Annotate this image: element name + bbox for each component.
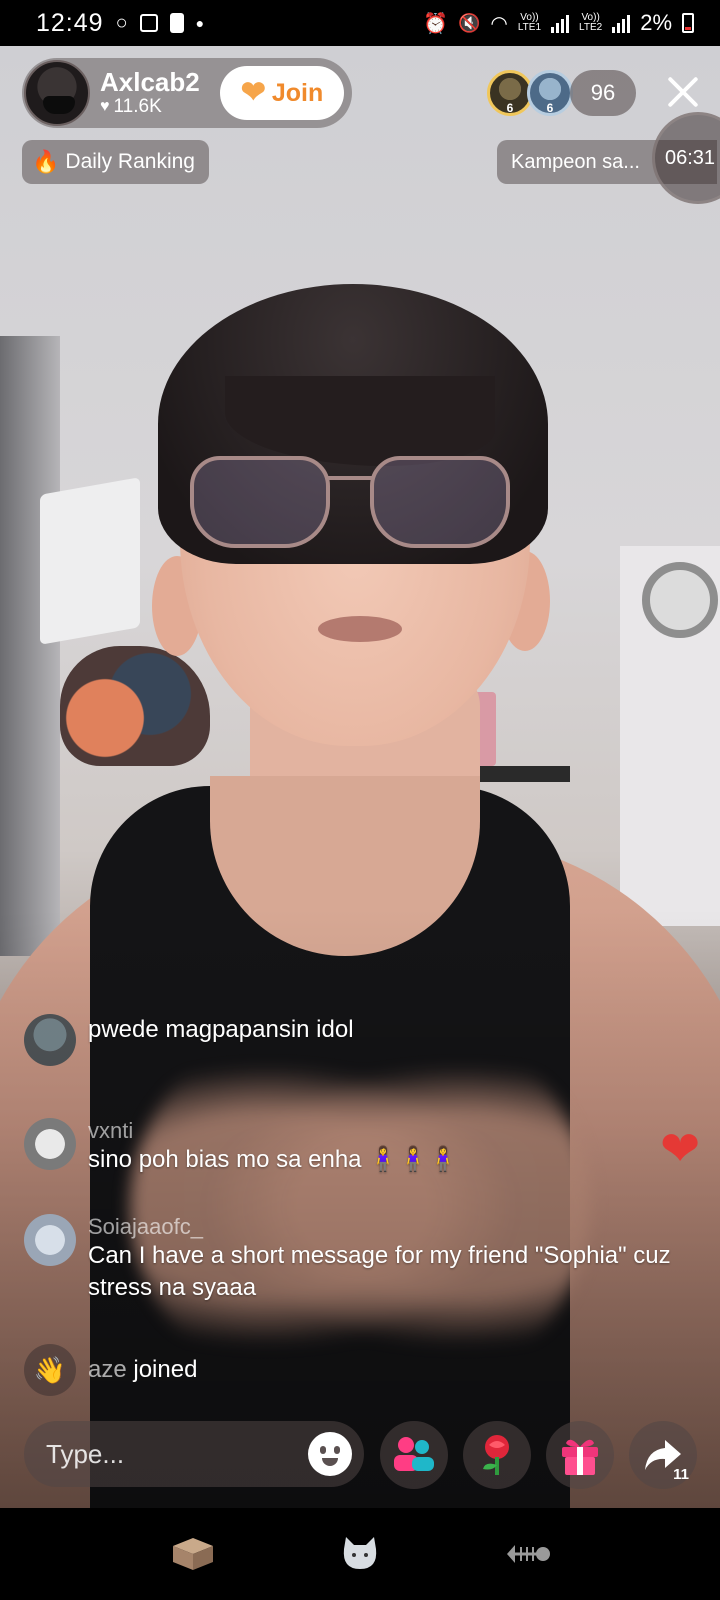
status-bar: 12:49 ○ ● ⏰ 🔇 ◠ Vo)) LTE1 Vo)) LTE2 2%: [0, 0, 720, 46]
commenter-avatar[interactable]: [24, 1014, 76, 1066]
gift-button[interactable]: [546, 1421, 614, 1489]
viewer-rank-badge: 6: [546, 101, 554, 115]
alarm-icon: ⏰: [423, 12, 448, 35]
joined-username: aze: [88, 1356, 127, 1383]
background-air-conditioner: [40, 477, 140, 645]
people-icon: [394, 1437, 434, 1471]
join-label: Join: [271, 78, 324, 107]
glasses-lens: [370, 456, 510, 548]
comment-item[interactable]: vxnti sino poh bias mo sa enha 🧍‍♀️🧍‍♀️🧍…: [24, 1118, 458, 1176]
background-wall: [0, 336, 60, 956]
share-button[interactable]: 11: [629, 1421, 697, 1489]
dot-notification-icon: ●: [195, 15, 205, 31]
fish-bone-icon[interactable]: [501, 1528, 553, 1580]
background-lamp: [642, 562, 718, 638]
emoji-icon[interactable]: [308, 1432, 352, 1476]
heart-plus-icon: ❤: [240, 76, 266, 109]
comment-text: pwede magpapansin idol: [88, 1016, 354, 1043]
comment-body: pwede magpapansin idol: [88, 1014, 354, 1066]
sim1-label: Vo)) LTE1: [517, 12, 542, 33]
comment-item[interactable]: pwede magpapansin idol: [24, 1014, 354, 1066]
heart-icon: ♥: [100, 98, 110, 115]
fire-icon: 🔥: [32, 149, 60, 174]
host-avatar[interactable]: [24, 60, 90, 126]
rose-gift-button[interactable]: [463, 1421, 531, 1489]
sim2-label: Vo)) LTE2: [579, 12, 603, 33]
bottom-nav-bar: [0, 1508, 720, 1600]
viewer-count[interactable]: 96: [570, 70, 636, 116]
daily-ranking-label: Daily Ranking: [65, 150, 195, 173]
sim1-signal-icon: [551, 13, 570, 33]
viewer-rank-badge: 6: [506, 101, 514, 115]
comment-body: Soiajaaofc_ Can I have a short message f…: [88, 1214, 698, 1304]
battery-percent: 2%: [640, 10, 672, 35]
floating-heart-icon: ❤: [660, 1123, 701, 1176]
join-notice-text: aze joined: [88, 1356, 197, 1384]
event-label: Kampeon sa...: [511, 150, 640, 173]
comment-input[interactable]: Type...: [24, 1421, 364, 1487]
joined-label: joined: [133, 1356, 198, 1383]
rose-icon: [483, 1435, 509, 1475]
host-profile-pill[interactable]: Axlcab2 ♥ 11.6K ❤ Join: [22, 58, 352, 128]
top-viewers[interactable]: 6 6: [487, 70, 573, 116]
event-timer-text: 06:31: [665, 146, 716, 169]
wifi-icon: ◠: [490, 12, 508, 35]
comment-input-placeholder: Type...: [46, 1438, 125, 1469]
daily-ranking-button[interactable]: 🔥 Daily Ranking: [22, 140, 209, 184]
host-likes-count: 11.6K: [113, 96, 162, 117]
streamer-glasses: [190, 456, 510, 556]
box-icon[interactable]: [167, 1528, 219, 1580]
commenter-name: vxnti: [88, 1118, 134, 1143]
commenter-avatar[interactable]: [24, 1118, 76, 1170]
commenter-name: Soiajaaofc_: [88, 1214, 203, 1239]
streamer-mouth: [318, 616, 402, 642]
sim2-signal-icon: [612, 13, 631, 33]
comment-text: Can I have a short message for my friend…: [88, 1242, 671, 1301]
glasses-lens: [190, 456, 330, 548]
join-notice: 👋 aze joined: [24, 1344, 197, 1396]
alert-notification-icon: [169, 13, 184, 33]
join-button[interactable]: ❤ Join: [220, 66, 344, 120]
host-likes: ♥ 11.6K: [100, 96, 200, 118]
comment-text: sino poh bias mo sa enha 🧍‍♀️🧍‍♀️🧍‍♀️: [88, 1146, 458, 1173]
circle-notification-icon: ○: [115, 11, 128, 34]
battery-icon: [682, 13, 694, 33]
commenter-avatar[interactable]: [24, 1214, 76, 1266]
status-right: ⏰ 🔇 ◠ Vo)) LTE1 Vo)) LTE2 2%: [423, 10, 694, 36]
status-left: 12:49 ○ ●: [36, 9, 204, 38]
host-name: Axlcab2: [100, 67, 200, 97]
host-info: Axlcab2 ♥ 11.6K: [100, 68, 200, 118]
cat-icon[interactable]: [334, 1528, 386, 1580]
bottom-shade: [0, 908, 720, 1508]
multi-guest-button[interactable]: [380, 1421, 448, 1489]
glasses-bridge: [328, 476, 372, 480]
comment-item[interactable]: Soiajaaofc_ Can I have a short message f…: [24, 1214, 698, 1304]
gift-icon: [562, 1439, 598, 1475]
close-icon[interactable]: [663, 72, 703, 112]
comment-body: vxnti sino poh bias mo sa enha 🧍‍♀️🧍‍♀️🧍…: [88, 1118, 458, 1176]
gallery-notification-icon: [139, 14, 158, 32]
background-hats: [60, 646, 210, 766]
viewer-avatar[interactable]: 6: [527, 70, 573, 116]
clock: 12:49: [36, 8, 104, 37]
share-count: 11: [673, 1466, 689, 1483]
wave-icon: 👋: [24, 1344, 76, 1396]
mute-icon: 🔇: [457, 12, 481, 33]
